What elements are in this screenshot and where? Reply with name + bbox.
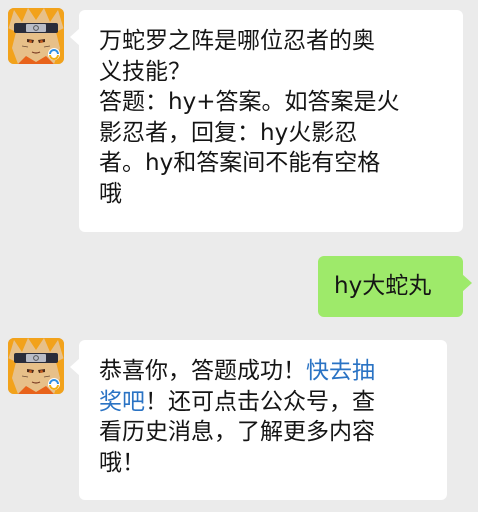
sender-avatar[interactable] (8, 8, 64, 64)
sender-avatar[interactable] (8, 338, 64, 394)
bubble-tail (70, 358, 80, 376)
message-text-line: 恭喜你，答题成功！快去抽 (99, 356, 433, 387)
message-bubble: 恭喜你，答题成功！快去抽 奖吧！还可点击公众号，查 看历史消息，了解更多内容 哦… (70, 340, 447, 500)
message-text-line: hy大蛇丸 (334, 273, 432, 299)
message-text-line: 万蛇罗之阵是哪位忍者的奥 (99, 28, 375, 54)
naruto-avatar-icon (8, 338, 64, 394)
lottery-link[interactable]: 奖吧 (99, 389, 145, 415)
message-bubble: 万蛇罗之阵是哪位忍者的奥 义技能？ 答题：hy+答案。如答案是火 影忍者，回复：… (70, 10, 463, 232)
message-text-line: 义技能？ (99, 58, 191, 85)
message-text: ！还可点击公众号，查 (145, 388, 375, 415)
message-text-line: 影忍者，回复：hy火影忍 (99, 119, 358, 146)
message-text-line: 哦！ (99, 449, 145, 476)
naruto-avatar-icon (8, 8, 64, 64)
outgoing-message-bubble: hy大蛇丸 (318, 256, 472, 317)
bubble-tail (462, 274, 472, 292)
bubble-tail (70, 28, 80, 46)
message-text-line: 奖吧！还可点击公众号，查 (99, 387, 433, 418)
message-text-line: 哦 (99, 180, 122, 207)
message-text-line: 者。hy和答案间不能有空格 (99, 150, 381, 176)
lottery-link[interactable]: 快去抽 (306, 358, 375, 384)
message-text-line: 看历史消息，了解更多内容 (99, 419, 375, 445)
message-text-line: 答题：hy+答案。如答案是火 (99, 89, 400, 115)
message-text: 恭喜你，答题成功！ (99, 358, 306, 384)
